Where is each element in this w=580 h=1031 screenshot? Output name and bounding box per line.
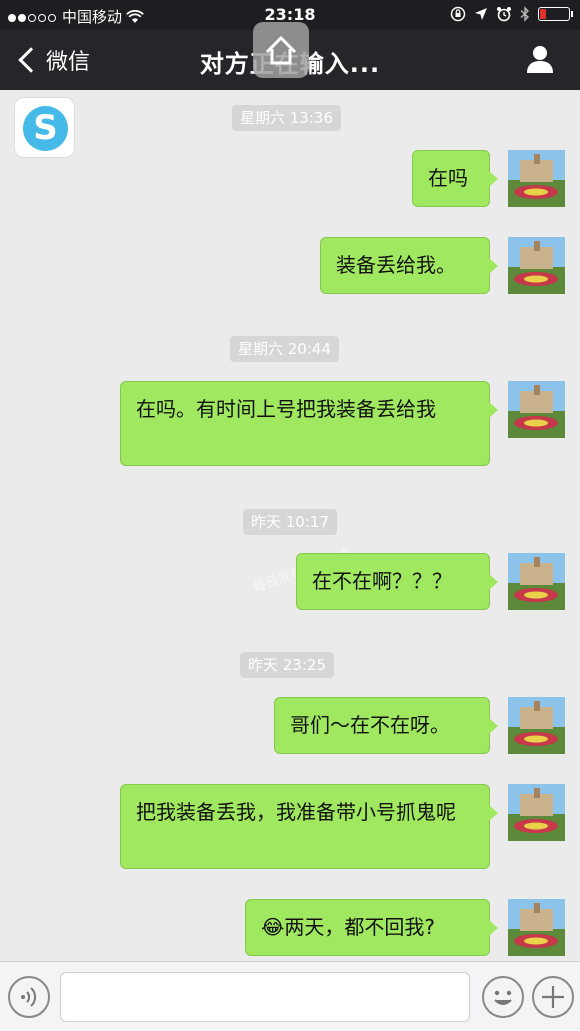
- message-text: 在吗。有时间上号把我装备丢给我: [136, 397, 436, 421]
- more-button[interactable]: [532, 976, 574, 1018]
- message-text: 装备丢给我。: [336, 253, 456, 277]
- avatar[interactable]: [508, 784, 565, 841]
- message-text: 哥们～在不在呀。: [290, 713, 450, 737]
- message-text: 把我装备丢我，我准备带小号抓鬼呢: [136, 800, 456, 824]
- timestamp: 星期六 20:44: [230, 336, 339, 362]
- avatar-image: [508, 150, 565, 207]
- status-icons: [450, 6, 573, 22]
- bluetooth-icon: [520, 6, 530, 22]
- laughing-emoji-icon: 😂: [261, 915, 285, 939]
- message-bubble[interactable]: 在吗: [412, 150, 498, 207]
- rotation-lock-icon: [450, 6, 466, 22]
- location-arrow-icon: [475, 8, 487, 20]
- person-icon[interactable]: [526, 44, 554, 74]
- smiley-icon: [494, 990, 512, 1005]
- app-logo: S: [14, 97, 75, 158]
- message-bubble[interactable]: 把我装备丢我，我准备带小号抓鬼呢: [120, 784, 498, 869]
- avatar-image: [508, 697, 565, 754]
- alarm-icon: [497, 7, 511, 22]
- battery-icon: [538, 7, 573, 21]
- avatar-image: [508, 237, 565, 294]
- plus-icon: [542, 986, 564, 1008]
- avatar-image: [508, 553, 565, 610]
- timestamp: 昨天 23:25: [240, 652, 334, 678]
- message-bubble[interactable]: 在吗。有时间上号把我装备丢给我: [120, 381, 498, 466]
- avatar[interactable]: [508, 381, 565, 438]
- message-bubble[interactable]: 哥们～在不在呀。: [274, 697, 498, 754]
- avatar[interactable]: [508, 150, 565, 207]
- avatar[interactable]: [508, 553, 565, 610]
- voice-button[interactable]: [8, 976, 50, 1018]
- avatar-image: [508, 381, 565, 438]
- home-icon: [265, 35, 297, 65]
- message-input-bar: [0, 961, 580, 1031]
- message-bubble[interactable]: 在不在啊？？？: [296, 553, 498, 610]
- avatar-image: [508, 784, 565, 841]
- assistive-touch-button[interactable]: [253, 22, 309, 78]
- emoji-button[interactable]: [482, 976, 524, 1018]
- s-circle-logo-icon: S: [23, 106, 68, 151]
- message-text: 在吗: [428, 166, 468, 190]
- avatar-image: [508, 899, 565, 956]
- voice-icon: [21, 987, 37, 1007]
- message-input[interactable]: [60, 972, 470, 1022]
- avatar[interactable]: [508, 697, 565, 754]
- avatar[interactable]: [508, 237, 565, 294]
- chat-messages-area[interactable]: S 每日发布游戏动态 星期六 13:36 在吗 装备丢给我。 星期六 20:44: [0, 90, 580, 960]
- message-bubble[interactable]: 装备丢给我。: [320, 237, 498, 294]
- message-bubble[interactable]: 😂两天，都不回我?: [245, 899, 498, 956]
- timestamp: 星期六 13:36: [232, 105, 341, 131]
- avatar[interactable]: [508, 899, 565, 956]
- message-text: 两天，都不回我?: [284, 915, 435, 939]
- message-text: 在不在啊？？？: [312, 569, 452, 593]
- timestamp: 昨天 10:17: [243, 509, 337, 535]
